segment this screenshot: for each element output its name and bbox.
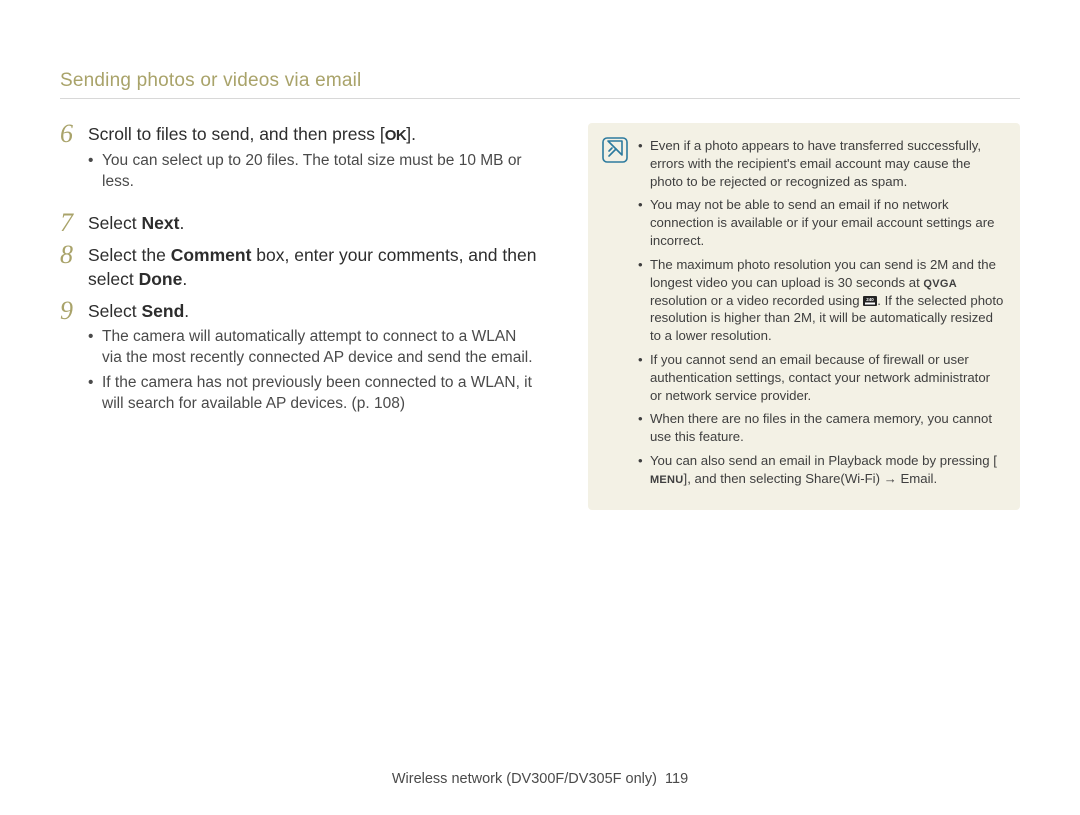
footer-section: Wireless network (DV300F/DV305F only)	[392, 771, 657, 787]
step-9-sublist: The camera will automatically attempt to…	[88, 327, 538, 415]
step-9-prefix: Select	[88, 301, 142, 321]
step-number: 6	[60, 121, 88, 147]
note-6-a: You can also send an email in Playback m…	[650, 453, 997, 468]
step-number: 7	[60, 210, 88, 236]
note-box: Even if a photo appears to have transfer…	[588, 123, 1020, 510]
page-title: Sending photos or videos via email	[60, 70, 1020, 92]
note-item-1: Even if a photo appears to have transfer…	[638, 137, 1004, 190]
step-9-body: Select Send. The camera will automatical…	[88, 300, 538, 427]
step-7-prefix: Select	[88, 213, 142, 233]
footer-page-number: 119	[665, 771, 688, 787]
note-6-c: .	[933, 471, 937, 486]
step-6-sub-1: You can select up to 20 files. The total…	[88, 151, 538, 193]
step-number: 8	[60, 242, 88, 268]
step-7-body: Select Next.	[88, 212, 538, 236]
ok-icon: OK	[385, 126, 407, 146]
right-column: Even if a photo appears to have transfer…	[588, 123, 1020, 510]
step-8-prefix: Select the	[88, 245, 171, 265]
note-6-b: ], and then selecting	[684, 471, 806, 486]
step-9-bold: Send	[142, 301, 185, 321]
step-7-suffix: .	[179, 213, 184, 233]
content-columns: 6 Scroll to files to send, and then pres…	[60, 123, 1020, 510]
step-9: 9 Select Send. The camera will automatic…	[60, 300, 538, 427]
record-240-icon: 240	[863, 296, 877, 306]
step-6-text-before: Scroll to files to send, and then press …	[88, 124, 385, 144]
note-item-4: If you cannot send an email because of f…	[638, 351, 1004, 404]
step-6: 6 Scroll to files to send, and then pres…	[60, 123, 538, 204]
note-item-3: The maximum photo resolution you can sen…	[638, 256, 1004, 345]
step-6-text-after: ].	[406, 124, 416, 144]
page-footer: Wireless network (DV300F/DV305F only) 11…	[0, 771, 1080, 787]
step-6-sublist: You can select up to 20 files. The total…	[88, 151, 538, 193]
menu-icon: MENU	[650, 473, 684, 488]
note-item-6: You can also send an email in Playback m…	[638, 452, 1004, 488]
note-icon	[602, 137, 628, 163]
note-list: Even if a photo appears to have transfer…	[638, 137, 1004, 494]
left-column: 6 Scroll to files to send, and then pres…	[60, 123, 538, 435]
note-3-b: resolution or a video recorded using	[650, 293, 863, 308]
step-8-body: Select the Comment box, enter your comme…	[88, 244, 538, 291]
step-8-bold1: Comment	[171, 245, 252, 265]
step-8: 8 Select the Comment box, enter your com…	[60, 244, 538, 291]
step-9-sub-2: If the camera has not previously been co…	[88, 373, 538, 415]
svg-text:240: 240	[867, 297, 875, 302]
qvga-icon: QVGA	[923, 277, 957, 292]
step-8-bold2: Done	[139, 269, 183, 289]
step-7-bold: Next	[142, 213, 180, 233]
note-item-5: When there are no files in the camera me…	[638, 410, 1004, 446]
step-6-body: Scroll to files to send, and then press …	[88, 123, 538, 204]
step-number: 9	[60, 298, 88, 324]
manual-page: Sending photos or videos via email 6 Scr…	[0, 0, 1080, 815]
note-6-bold: Share(Wi-Fi) → Email	[805, 471, 933, 486]
step-7: 7 Select Next.	[60, 212, 538, 236]
step-9-suffix: .	[184, 301, 189, 321]
header-divider	[60, 98, 1020, 99]
step-9-sub-1: The camera will automatically attempt to…	[88, 327, 538, 369]
step-8-suffix: .	[182, 269, 187, 289]
note-item-2: You may not be able to send an email if …	[638, 196, 1004, 249]
